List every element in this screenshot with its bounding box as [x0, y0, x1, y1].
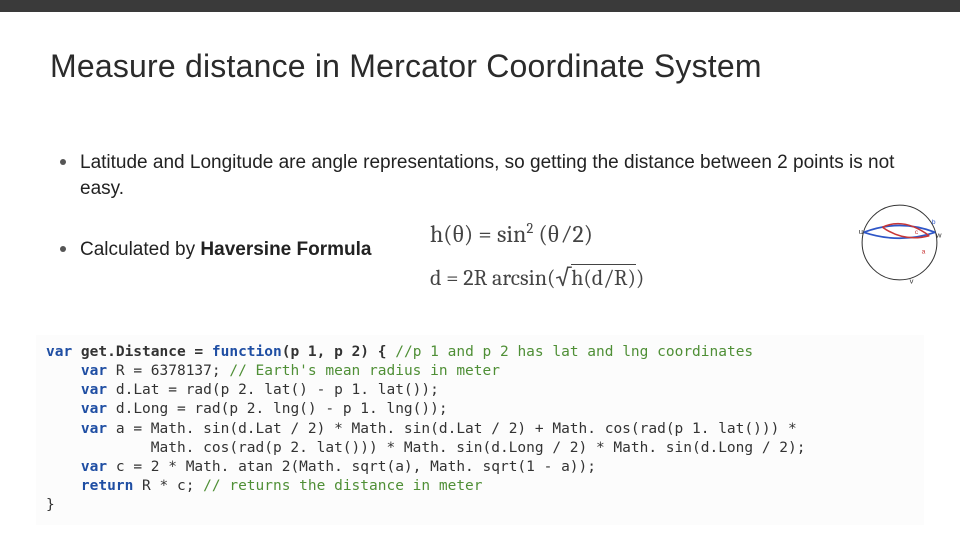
top-bar	[0, 0, 960, 12]
code-l5c: Math. cos(rad(p 2. lat())) * Math. sin(d…	[46, 440, 806, 456]
code-l7b: R * c;	[133, 478, 203, 494]
kw-return: return	[81, 478, 133, 494]
bullet-dot	[60, 159, 66, 165]
label-u: u	[859, 227, 863, 236]
comment-2: // Earth's mean radius in meter	[229, 363, 500, 379]
label-c: c	[915, 229, 919, 236]
code-l1d: (p 1, p 2) {	[282, 344, 396, 360]
code-l1b: get.Distance =	[72, 344, 212, 360]
kw-var: var	[81, 459, 107, 475]
code-l8: }	[46, 497, 55, 513]
formula2-sqrt: h(d/R)	[571, 264, 636, 289]
kw-var: var	[46, 344, 72, 360]
code-l4b: d.Long = rad(p 2. lng() - p 1. lng());	[107, 401, 447, 417]
sphere-diagram: u w v a b c	[857, 200, 942, 285]
slide: Measure distance in Mercator Coordinate …	[0, 0, 960, 540]
formula2-post: )	[636, 265, 644, 291]
bullet-dot	[60, 246, 66, 252]
code-l5b: a = Math. sin(d.Lat / 2) * Math. sin(d.L…	[107, 421, 797, 437]
kw-var: var	[81, 382, 107, 398]
distance-formula: d = 2R arcsin(√h(d/R))	[430, 263, 850, 291]
formula1-exp: 2	[526, 220, 533, 237]
bullet-1: Latitude and Longitude are angle represe…	[60, 150, 900, 201]
comment-3: // returns the distance in meter	[203, 478, 482, 494]
kw-var: var	[81, 421, 107, 437]
label-a: a	[922, 249, 926, 256]
formulas: h(θ) = sin2 (θ⁄2) d = 2R arcsin(√h(d/R))	[430, 210, 850, 305]
bullet-2-pre: Calculated by	[80, 239, 200, 260]
kw-var: var	[81, 363, 107, 379]
code-l6b: c = 2 * Math. atan 2(Math. sqrt(a), Math…	[107, 459, 596, 475]
bullet-2-bold: Haversine Formula	[200, 239, 371, 260]
sphere-svg: u w v a b c	[857, 200, 942, 285]
formula1-left: h(θ) = sin	[430, 220, 526, 248]
kw-function: function	[212, 344, 282, 360]
label-b: b	[932, 219, 936, 226]
bullet-1-text: Latitude and Longitude are angle represe…	[80, 150, 900, 201]
comment-1: //p 1 and p 2 has lat and lng coordinate…	[395, 344, 753, 360]
formula1-right: (θ⁄2)	[539, 220, 593, 248]
code-block: var get.Distance = function(p 1, p 2) { …	[36, 335, 924, 525]
formula2-pre: d = 2R arcsin(	[430, 265, 555, 291]
label-w: w	[935, 230, 942, 239]
kw-var: var	[81, 401, 107, 417]
label-v: v	[910, 276, 914, 285]
slide-title: Measure distance in Mercator Coordinate …	[50, 48, 762, 85]
code-l2b: R = 6378137;	[107, 363, 229, 379]
code-l3b: d.Lat = rad(p 2. lat() - p 1. lat());	[107, 382, 439, 398]
haversine-formula: h(θ) = sin2 (θ⁄2)	[430, 220, 850, 249]
